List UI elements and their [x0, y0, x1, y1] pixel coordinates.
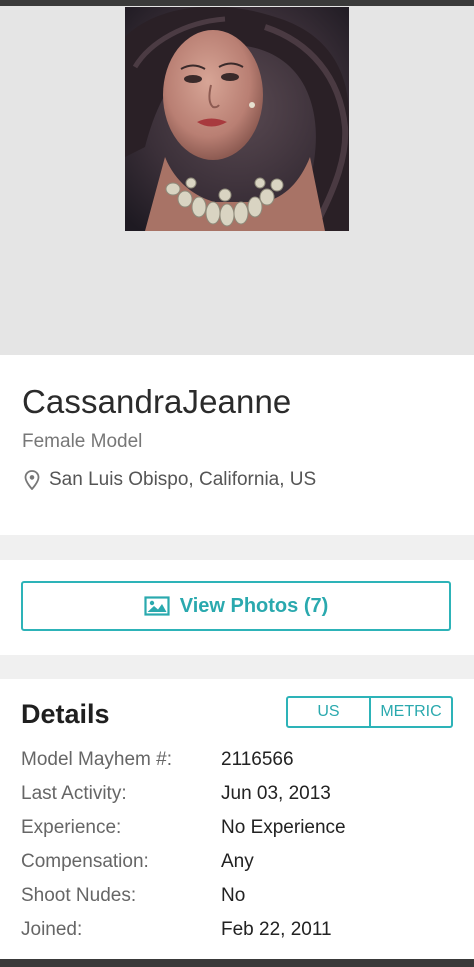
profile-name: CassandraJeanne [22, 383, 292, 420]
detail-value: Jun 03, 2013 [221, 783, 331, 804]
detail-row-last-activity: Last Activity: Jun 03, 2013 [21, 783, 451, 813]
detail-value: No Experience [221, 817, 346, 838]
unit-metric-button[interactable]: METRIC [371, 698, 451, 726]
detail-value: No [221, 885, 246, 906]
view-photos-button[interactable]: View Photos (7) [21, 581, 451, 631]
detail-row-shoot-nudes: Shoot Nudes: No [21, 885, 451, 915]
section-divider [0, 535, 474, 560]
profile-photo-image [125, 7, 349, 231]
detail-label: Shoot Nudes: [21, 885, 137, 906]
map-pin-icon [24, 470, 40, 490]
location-text: San Luis Obispo, California, US [49, 469, 317, 490]
detail-value: 2116566 [221, 749, 294, 770]
profile-photo[interactable] [125, 7, 349, 231]
detail-row-compensation: Compensation: Any [21, 851, 451, 881]
detail-label: Model Mayhem #: [21, 749, 173, 770]
details-card: Details US METRIC Model Mayhem #: 211656… [0, 679, 474, 959]
bottom-bar [0, 959, 474, 967]
unit-us-button[interactable]: US [288, 698, 371, 726]
profile-hero [0, 6, 474, 355]
detail-row-model-number: Model Mayhem #: 2116566 [21, 749, 451, 779]
profile-location: San Luis Obispo, California, US [22, 469, 316, 491]
details-title: Details [21, 699, 110, 729]
detail-row-joined: Joined: Feb 22, 2011 [21, 919, 451, 949]
unit-toggle: US METRIC [286, 696, 453, 728]
detail-label: Compensation: [21, 851, 149, 872]
image-icon [144, 596, 170, 616]
detail-label: Experience: [21, 817, 122, 838]
photos-card: View Photos (7) [0, 560, 474, 655]
view-photos-label: View Photos (7) [179, 594, 329, 617]
detail-value: Feb 22, 2011 [221, 919, 332, 940]
profile-role: Female Model [22, 431, 143, 452]
detail-label: Joined: [21, 919, 83, 940]
profile-card: CassandraJeanne Female Model San Luis Ob… [0, 355, 474, 535]
detail-value: Any [221, 851, 254, 872]
detail-label: Last Activity: [21, 783, 127, 804]
detail-row-experience: Experience: No Experience [21, 817, 451, 847]
section-divider [0, 655, 474, 679]
